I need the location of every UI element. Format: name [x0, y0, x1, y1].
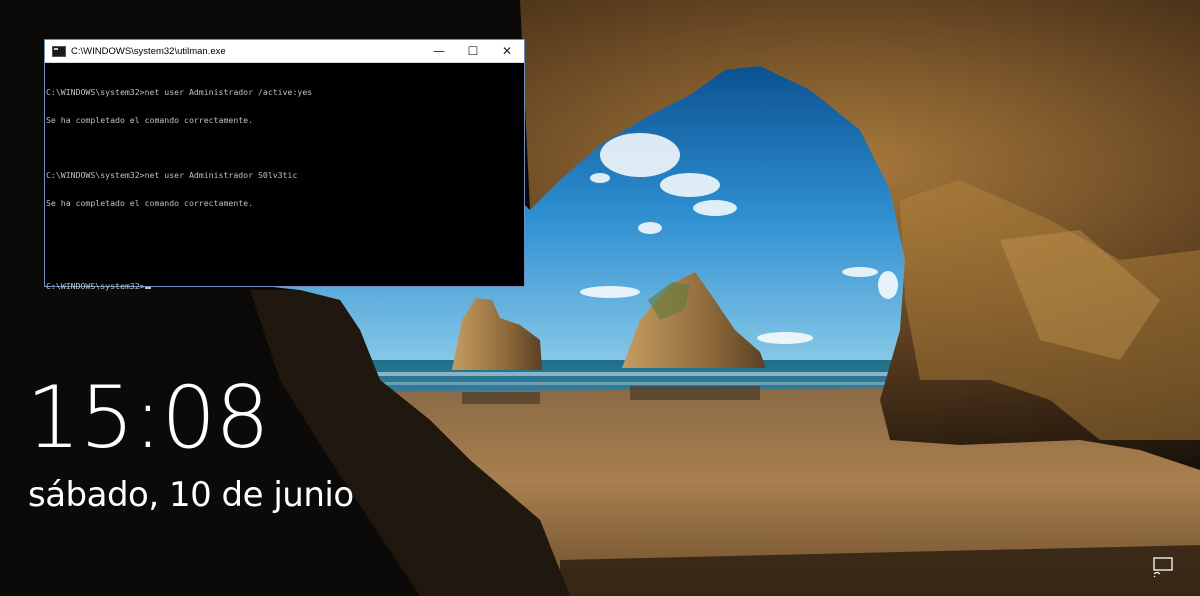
cmd-window[interactable]: C:\WINDOWS\system32\utilman.exe — ☐ ✕ C:…: [44, 39, 525, 290]
console-line: C:\WINDOWS\system32>net user Administrad…: [46, 170, 298, 181]
cmd-title-bar[interactable]: C:\WINDOWS\system32\utilman.exe — ☐ ✕: [45, 40, 524, 63]
console-prompt-line[interactable]: C:\WINDOWS\system32>: [46, 280, 524, 291]
console-line: Se ha completado el comando correctament…: [46, 115, 254, 125]
close-button[interactable]: ✕: [490, 40, 524, 62]
console-prompt: C:\WINDOWS\system32>: [46, 280, 145, 291]
minimize-button[interactable]: —: [422, 40, 456, 62]
display-network-icon[interactable]: [1152, 556, 1176, 578]
console-line: Se ha completado el comando correctament…: [46, 197, 254, 208]
lockscreen-date: sábado, 10 de junio: [28, 475, 354, 515]
text-cursor: [144, 287, 151, 289]
console-line: C:\WINDOWS\system32>net user Administrad…: [46, 87, 313, 98]
window-title: C:\WINDOWS\system32\utilman.exe: [71, 45, 226, 57]
maximize-button[interactable]: ☐: [456, 40, 490, 62]
lockscreen-time: 15:08: [26, 368, 270, 468]
console-app-icon: [52, 45, 66, 57]
console-output[interactable]: C:\WINDOWS\system32>net user Administrad…: [45, 63, 524, 309]
